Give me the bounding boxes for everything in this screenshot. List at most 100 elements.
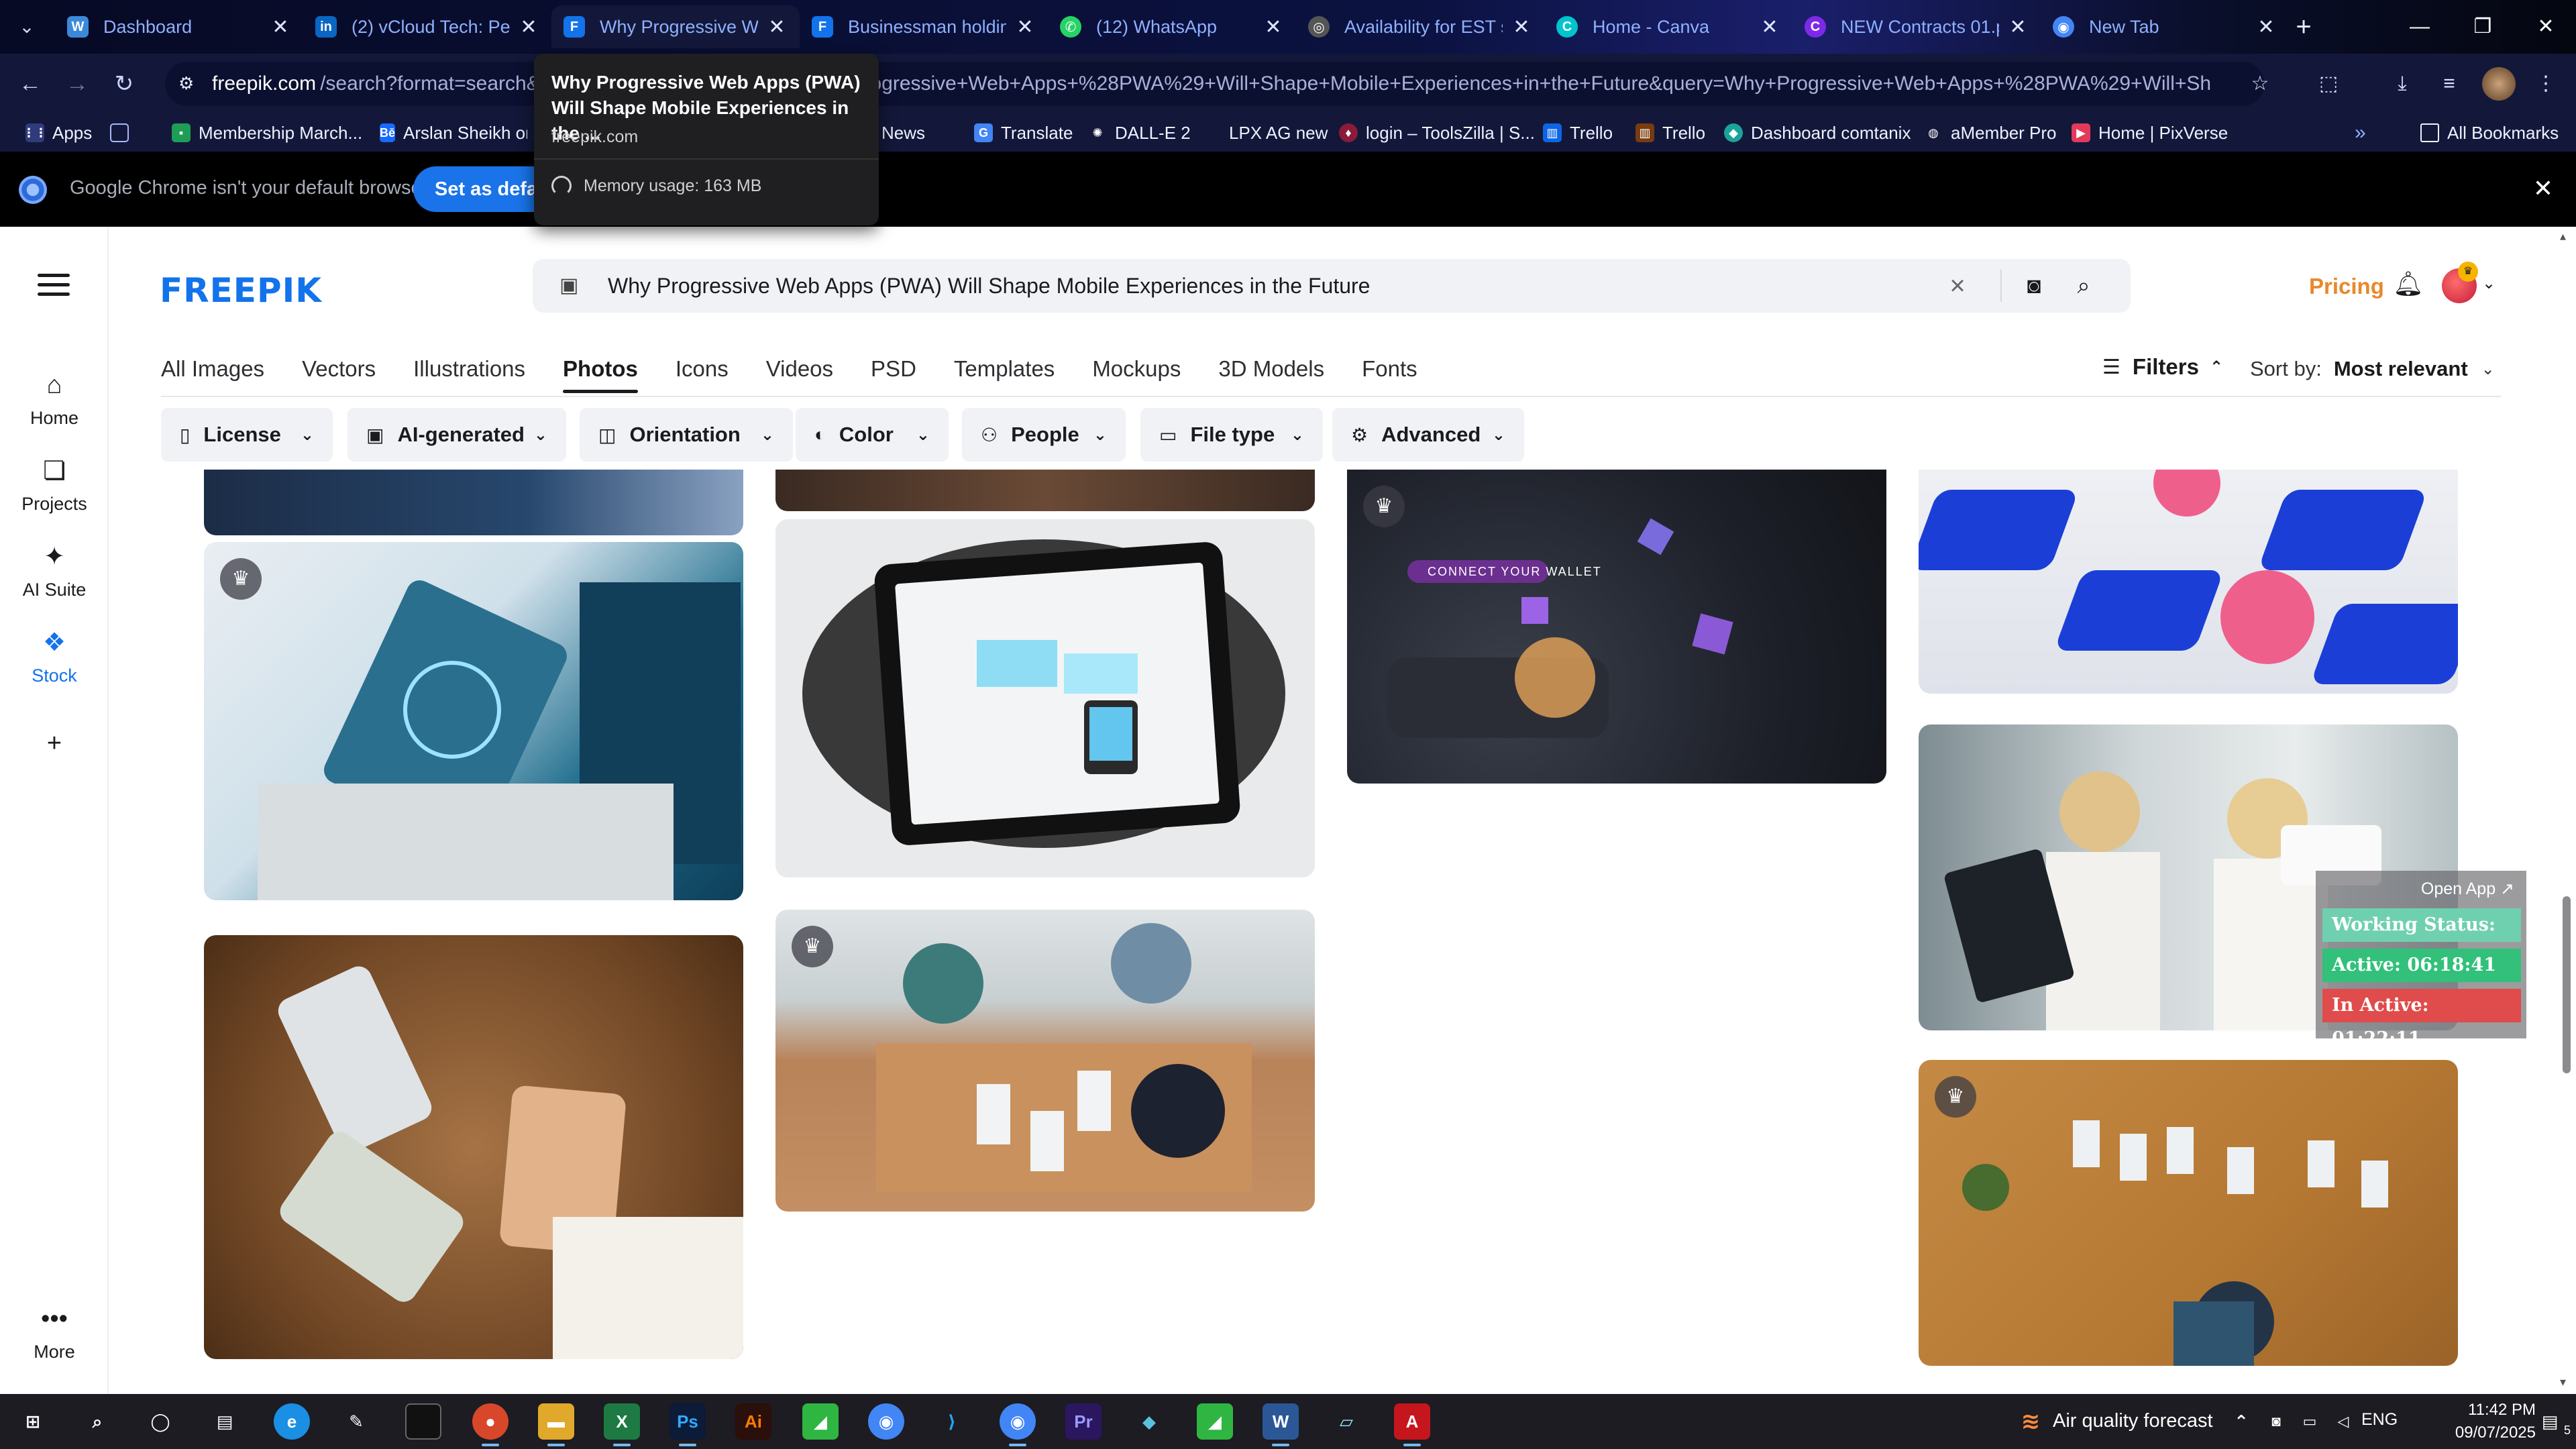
rail-more[interactable]: ••• More	[0, 1304, 109, 1362]
photo-card[interactable]: ♛	[775, 910, 1315, 1212]
bookmark-apps[interactable]: ⋮⋮ Apps	[23, 119, 92, 146]
rail-projects[interactable]: ❏ Projects	[0, 456, 109, 515]
app-diamond-icon[interactable]: ◆	[1131, 1403, 1167, 1440]
tab-whatsapp[interactable]: ✆ (12) WhatsApp ✕	[1048, 5, 1296, 48]
chip-color[interactable]: ◐ Color ⌄	[796, 408, 949, 462]
close-icon[interactable]: ✕	[270, 15, 291, 39]
bookmark-star-icon[interactable]: ☆	[2243, 67, 2277, 101]
rail-stock[interactable]: ❖ Stock	[0, 628, 109, 686]
tab-search-chevron-icon[interactable]: ⌄	[15, 15, 39, 39]
photoshop-icon[interactable]: Ps	[669, 1403, 706, 1446]
chip-people[interactable]: ⚇ People ⌄	[962, 408, 1126, 462]
task-view-icon[interactable]: ▤	[207, 1403, 243, 1440]
bookmark-arslan[interactable]: Bē Arslan Sheikh on B	[380, 119, 527, 146]
chip-file-type[interactable]: ▭ File type ⌄	[1140, 408, 1323, 462]
photo-card[interactable]	[1919, 470, 2458, 694]
premiere-icon[interactable]: Pr	[1065, 1403, 1102, 1440]
chrome-active-icon[interactable]: ◉	[1000, 1403, 1036, 1446]
bookmark-dalle[interactable]: ✺ DALL-E 2	[1088, 119, 1190, 146]
back-arrow-icon[interactable]: ←	[13, 67, 47, 101]
chrome-menu-icon[interactable]: ⋮	[2529, 67, 2563, 101]
close-icon[interactable]: ✕	[518, 15, 539, 39]
tab-dashboard[interactable]: W Dashboard ✕	[55, 5, 303, 48]
tab-businessman[interactable]: F Businessman holding ✕	[800, 5, 1048, 48]
meet-now-icon[interactable]: ◙	[2258, 1403, 2294, 1440]
scroll-up-icon[interactable]: ▴	[2560, 229, 2566, 244]
address-bar[interactable]: ⚙ freepik.com/search?format=search&last_…	[165, 62, 2265, 106]
hamburger-menu-icon[interactable]	[38, 274, 70, 301]
search-icon[interactable]: ⌕	[79, 1403, 115, 1440]
rail-add[interactable]: +	[0, 729, 109, 766]
tab-mockups[interactable]: Mockups	[1092, 353, 1181, 393]
tab-fonts[interactable]: Fonts	[1362, 353, 1417, 393]
photo-card[interactable]	[775, 519, 1315, 877]
tab-contracts[interactable]: C NEW Contracts 01.pdf ✕	[1792, 5, 2041, 48]
search-input[interactable]	[608, 268, 1916, 303]
chevron-down-icon[interactable]: ⌄	[2482, 274, 2502, 294]
green-app-2-icon[interactable]: ◢	[1197, 1403, 1233, 1440]
close-icon[interactable]: ✕	[766, 15, 788, 39]
network-icon[interactable]: ▭	[2292, 1403, 2328, 1440]
tab-all-images[interactable]: All Images	[161, 353, 264, 393]
photo-card[interactable]: CONNECT YOUR WALLET ♛	[1347, 470, 1886, 784]
rail-home[interactable]: ⌂ Home	[0, 370, 109, 429]
profile-avatar[interactable]	[2482, 67, 2516, 101]
tab-photos[interactable]: Photos	[563, 353, 638, 393]
cortana-icon[interactable]: ◯	[142, 1403, 178, 1440]
chevron-up-icon[interactable]: ⌃	[2223, 1403, 2259, 1440]
close-icon[interactable]: ✕	[2255, 15, 2277, 39]
illustrator-icon[interactable]: Ai	[735, 1403, 771, 1440]
close-icon[interactable]: ✕	[1511, 15, 1532, 39]
photo-card[interactable]	[204, 935, 743, 1359]
bookmark-trello-2[interactable]: ▥ Trello	[1635, 119, 1705, 146]
volume-icon[interactable]: ◁	[2325, 1403, 2361, 1440]
photo-card[interactable]: ♛	[1919, 1060, 2458, 1366]
tab-canva[interactable]: C Home - Canva ✕	[1544, 5, 1792, 48]
freepik-logo[interactable]: FREEPIK	[160, 271, 322, 310]
bookmark-comtanix[interactable]: ◆ Dashboard comtanix	[1724, 119, 1911, 146]
media-control-icon[interactable]: ≡	[2432, 67, 2466, 101]
camera-search-icon[interactable]: ◙	[2019, 271, 2049, 301]
edge-icon[interactable]: e	[274, 1403, 310, 1440]
download-icon[interactable]: ⤓	[2385, 67, 2419, 101]
open-app-link[interactable]: Open App ↗	[2421, 879, 2514, 899]
tab-freepik-active[interactable]: F Why Progressive Web Apps ✕	[551, 5, 800, 48]
photo-card[interactable]: ♛	[204, 542, 743, 900]
chip-advanced[interactable]: ⚙ Advanced ⌄	[1332, 408, 1524, 462]
weather-text[interactable]: Air quality forecast	[2053, 1410, 2213, 1432]
restore-icon[interactable]: ❐	[2451, 0, 2514, 54]
tab-linkedin[interactable]: in (2) vCloud Tech: People ✕	[303, 5, 551, 48]
bookmark-news[interactable]: News	[881, 119, 925, 146]
site-info-icon[interactable]: ⚙	[178, 73, 200, 95]
close-icon[interactable]: ✕	[2526, 172, 2560, 205]
pen-icon[interactable]: ✎	[338, 1403, 374, 1440]
pricing-link[interactable]: Pricing	[2309, 274, 2384, 299]
notepad-icon[interactable]: ▱	[1328, 1403, 1364, 1440]
tab-new[interactable]: ◉ New Tab ✕	[2041, 5, 2289, 48]
new-tab-plus-icon[interactable]: +	[2288, 11, 2320, 43]
clock-date[interactable]: 09/07/2025	[2415, 1424, 2536, 1442]
bookmark-toolszilla[interactable]: ♦ login – ToolsZilla | S...	[1339, 119, 1535, 146]
reload-icon[interactable]: ↻	[107, 67, 141, 101]
scroll-down-icon[interactable]: ▾	[2560, 1375, 2566, 1389]
filters-toggle-button[interactable]: ☰ Filters ⌃	[2102, 354, 2223, 380]
search-icon[interactable]: ⌕	[2069, 271, 2098, 301]
page-scrollbar[interactable]: ▴ ▾	[2557, 227, 2576, 1394]
forward-arrow-icon[interactable]: →	[60, 67, 94, 101]
rail-ai-suite[interactable]: ✦ AI Suite	[0, 542, 109, 600]
bookmark-translate[interactable]: G Translate	[974, 119, 1073, 146]
close-icon[interactable]: ✕	[1759, 15, 1780, 39]
bell-icon[interactable]: 🔔︎	[2392, 270, 2424, 302]
tab-videos[interactable]: Videos	[766, 353, 833, 393]
scroll-thumb[interactable]	[2563, 896, 2571, 1073]
clock-time[interactable]: 11:42 PM	[2415, 1401, 2536, 1419]
close-icon[interactable]: ✕	[2007, 15, 2029, 39]
green-app-icon[interactable]: ◢	[802, 1403, 839, 1440]
tab-3d-models[interactable]: 3D Models	[1218, 353, 1324, 393]
sort-dropdown[interactable]: Sort by: Most relevant ⌄	[2250, 357, 2495, 381]
terminal-icon[interactable]	[405, 1403, 441, 1440]
photo-card[interactable]	[204, 470, 743, 535]
vscode-icon[interactable]: ⟩	[934, 1403, 970, 1440]
extension-icon[interactable]: ⬚	[2312, 67, 2345, 101]
acrobat-icon[interactable]: A	[1394, 1403, 1430, 1446]
